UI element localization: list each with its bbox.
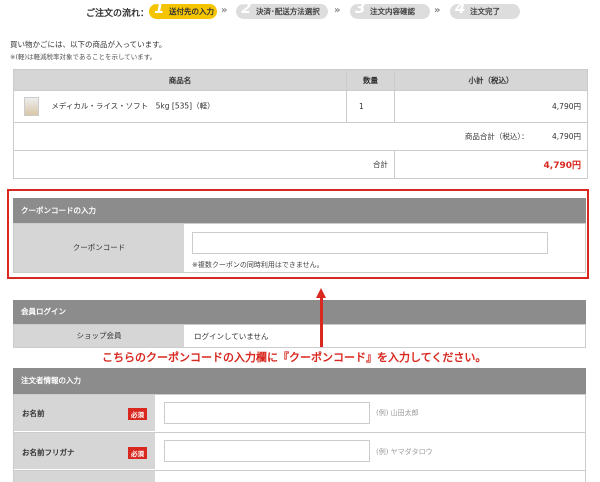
login-section-title: 会員ログイン [13,300,586,324]
step-2-payment-shipping: 2 決済･配送方法選択 [236,1,328,19]
login-status: ログインしていません [194,332,269,341]
shop-member-label: ショップ会員 [14,325,184,347]
items-total-row: 商品合計（税込）： 4,790円 [13,122,588,151]
name-input[interactable] [164,402,370,424]
product-qty: 1 [346,90,395,123]
col-subtotal: 小計（税込） [394,69,588,91]
step-separator: » [334,5,341,16]
kana-label-cell: お名前フリガナ 必須 [14,433,155,469]
table-row: メディカル・ライス・ソフト 5kg [535]（軽） 1 4,790円 [13,90,588,123]
items-total-label: 商品合計（税込）： [464,132,529,141]
cart-header-row: 商品名 数量 小計（税込） [13,69,588,91]
kana-placeholder-example: (例) ヤマダタロウ [376,448,433,456]
grand-total-value: 4,790円 [394,150,588,179]
product-cell: メディカル・ライス・ソフト 5kg [535]（軽） [13,90,347,123]
grand-total-row: 合計 4,790円 [13,150,588,179]
cart-table: 商品名 数量 小計（税込） メディカル・ライス・ソフト 5kg [535]（軽）… [13,69,588,179]
flow-label: ご注文の流れ： [86,9,150,19]
step-4-complete: 4 注文完了 [450,1,520,19]
cart-notice: 買い物かごには、以下の商品が入っています。 [10,40,167,49]
step-separator: » [434,5,441,16]
product-image[interactable] [24,97,39,116]
required-badge: 必須 [128,408,147,420]
annotation-arrow-shaft [319,297,323,347]
col-qty: 数量 [346,69,395,91]
name-label: お名前 [22,409,45,418]
grand-total-label: 合計 [13,150,395,179]
required-badge: 必須 [128,447,147,459]
next-row-label-cell [14,471,155,482]
kana-input[interactable] [164,440,370,462]
step-separator: » [221,5,228,16]
coupon-note: ※複数クーポンの同時利用はできません。 [192,261,324,269]
items-total-value: 4,790円 [552,132,581,141]
order-flow-steps: ご注文の流れ： 1 送付先の入力 » 2 決済･配送方法選択 » 3 注文内容確… [0,0,600,24]
product-name: メディカル・ライス・ソフト 5kg [535]（軽） [51,101,215,111]
orderer-section-title: 注文者情報の入力 [13,368,586,394]
col-product: 商品名 [13,69,347,91]
coupon-code-label: クーポンコード [14,224,184,272]
kana-label: お名前フリガナ [22,448,75,457]
name-placeholder-example: (例) 山田太郎 [376,409,419,417]
step-1-shipping-input: 1 送付先の入力 [149,1,217,19]
reduced-tax-note: ※(軽)は軽減税率対象であることを示しています。 [10,53,157,61]
name-label-cell: お名前 必須 [14,395,155,431]
step-3-confirm: 3 注文内容確認 [350,1,430,19]
coupon-section-title: クーポンコードの入力 [13,198,586,223]
coupon-instruction-annotation: こちらのクーポンコードの入力欄に『クーポンコード』を入力してください。 [102,351,487,364]
product-price: 4,790円 [394,90,588,123]
coupon-code-input[interactable] [192,232,548,254]
